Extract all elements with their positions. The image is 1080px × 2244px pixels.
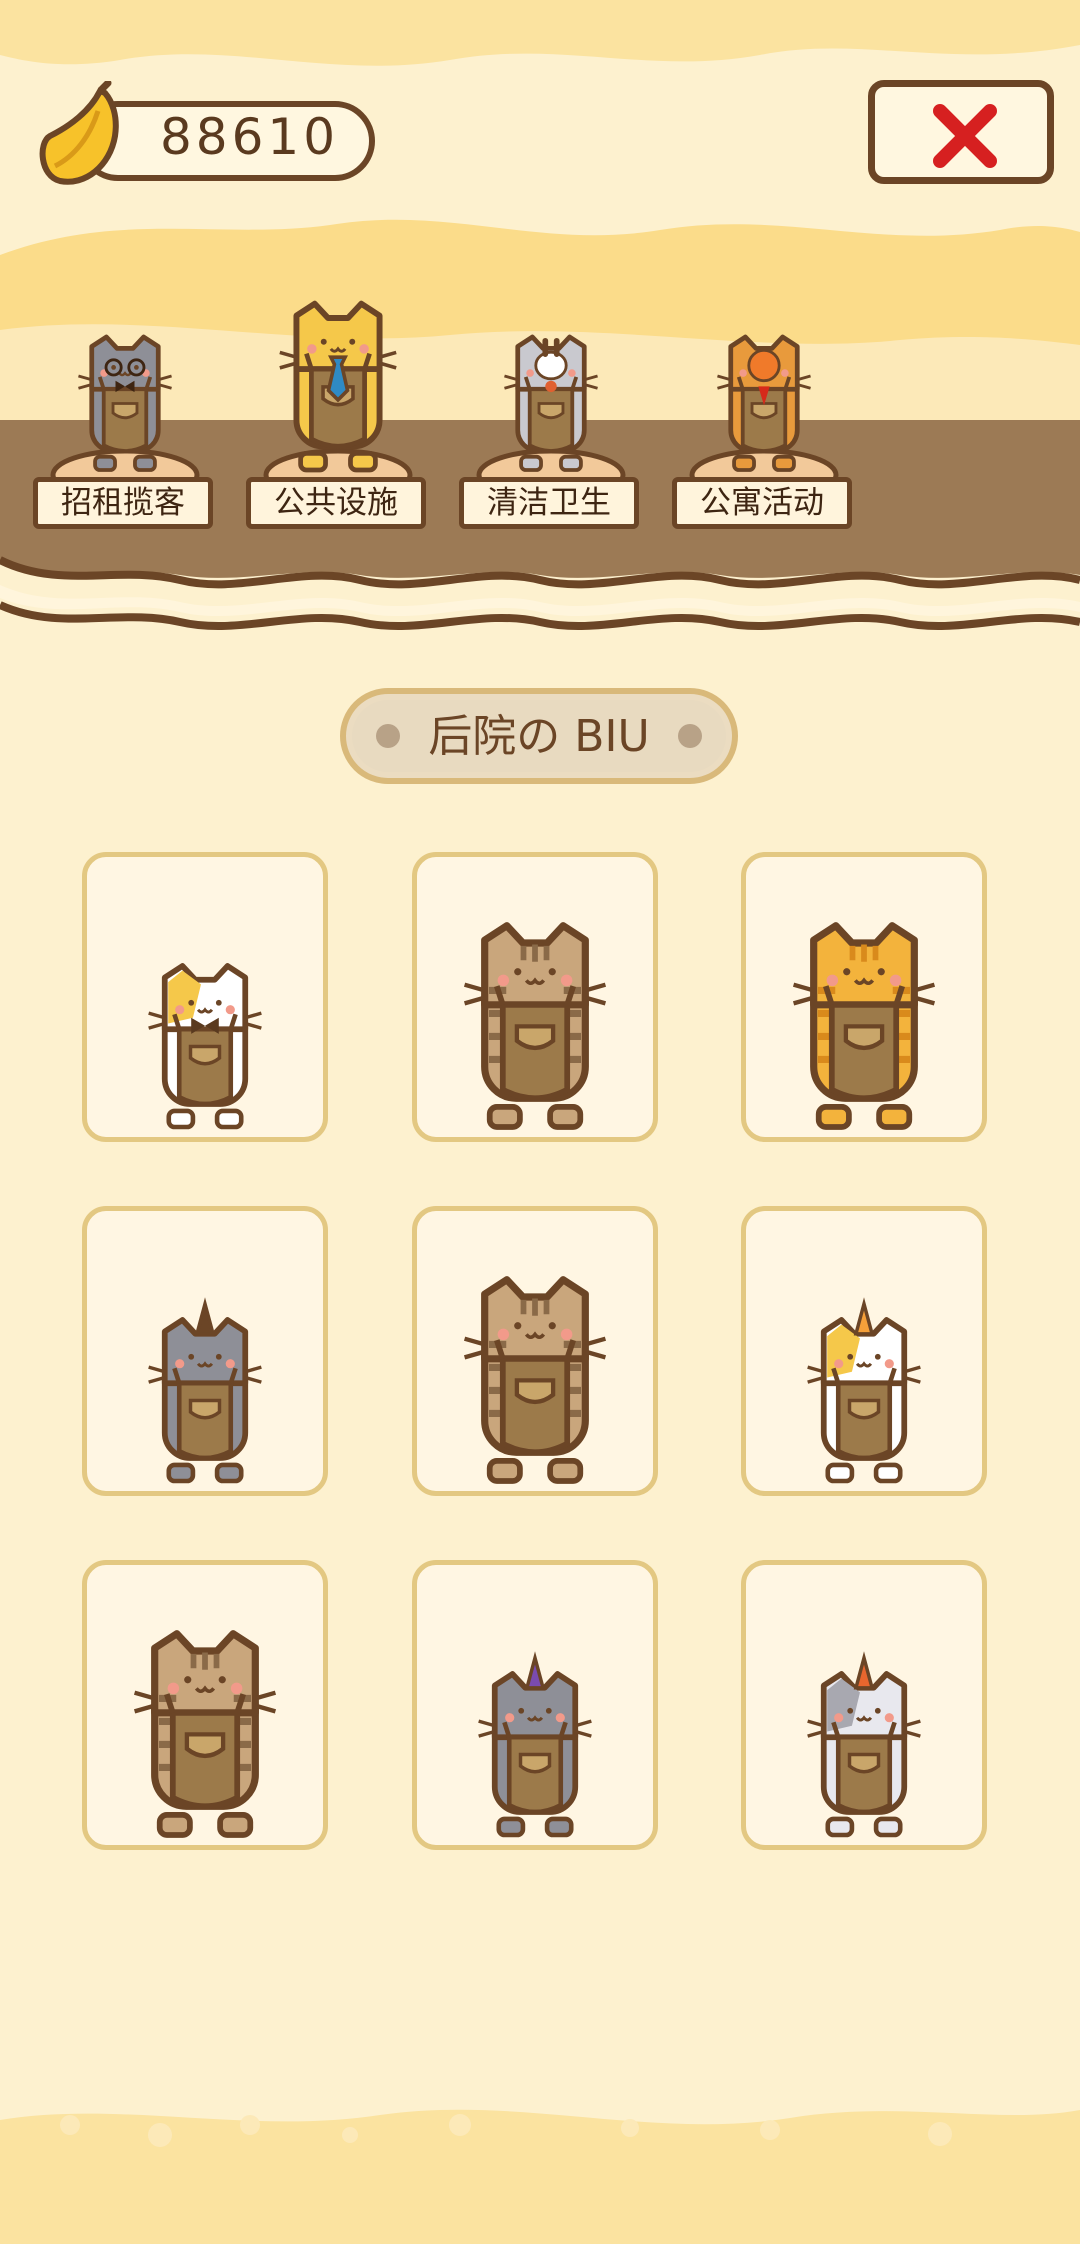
yellow-cat-tie-icon (258, 260, 418, 484)
department-2[interactable]: 公共设施 (246, 290, 428, 540)
gray-cat-glasses-icon (45, 260, 205, 484)
cat-card[interactable] (82, 1560, 328, 1850)
cat-card[interactable] (412, 1560, 658, 1850)
cat-card[interactable] (741, 1560, 987, 1850)
section-title: 后院の BIU (428, 711, 650, 762)
currency-amount: 88610 (160, 108, 340, 166)
department-label: 公共设施 (246, 477, 426, 529)
white-rabbit-cat-icon (471, 260, 631, 484)
cat-card[interactable] (741, 852, 987, 1142)
department-3[interactable]: 清洁卫生 (459, 290, 641, 540)
orange-chick-cat-icon (684, 260, 844, 484)
banana-icon (39, 81, 119, 185)
cat-card[interactable] (82, 852, 328, 1142)
department-1[interactable]: 招租揽客 (33, 290, 215, 540)
department-label: 公寓活动 (672, 477, 852, 529)
close-button[interactable] (868, 80, 1054, 184)
section-title-badge: 后院の BIU (340, 688, 738, 784)
cat-card[interactable] (82, 1206, 328, 1496)
close-icon (933, 104, 997, 168)
department-label: 招租揽客 (33, 477, 213, 529)
department-label: 清洁卫生 (459, 477, 639, 529)
banana-currency: 88610 (30, 81, 375, 185)
cat-card[interactable] (412, 852, 658, 1142)
cat-card[interactable] (412, 1206, 658, 1496)
cat-card[interactable] (741, 1206, 987, 1496)
department-4[interactable]: 公寓活动 (672, 290, 854, 540)
